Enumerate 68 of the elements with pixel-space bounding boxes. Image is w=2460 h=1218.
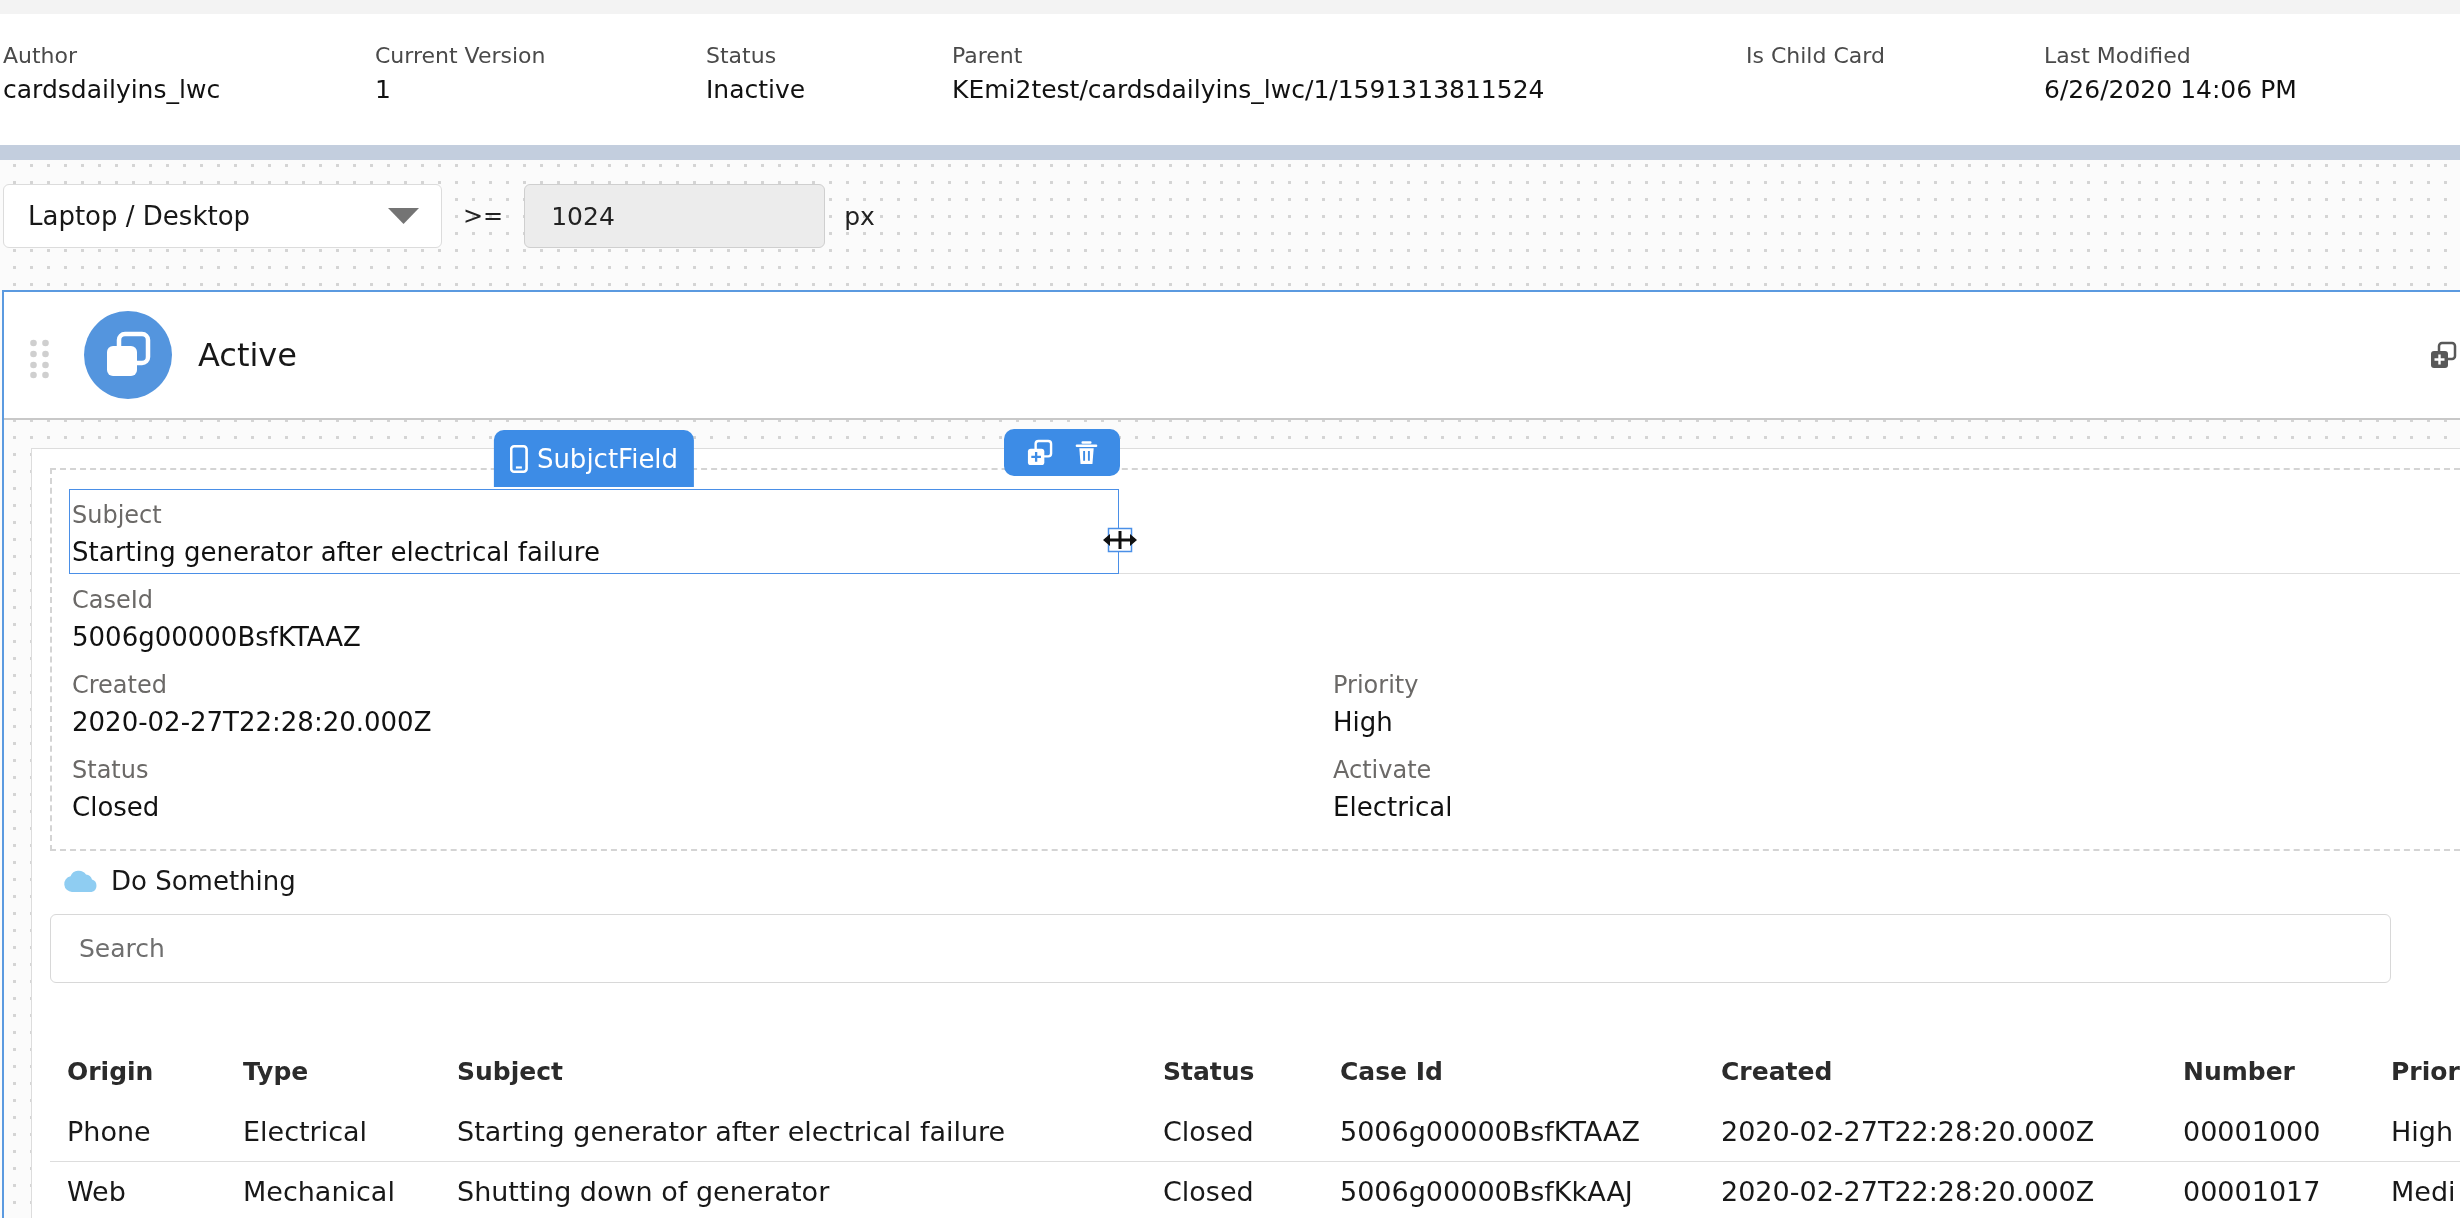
field-box[interactable]: Status Closed bbox=[69, 744, 1119, 829]
table-cell-text: Mechanical bbox=[243, 1175, 396, 1209]
field-box[interactable]: CaseId 5006g00000BsfKTAAZ bbox=[69, 574, 1119, 659]
card-title: Active bbox=[198, 336, 297, 374]
unit-label: px bbox=[844, 201, 875, 231]
cloud-icon bbox=[63, 869, 99, 893]
column-header: Created bbox=[1721, 1056, 1834, 1088]
table-cell-text: 2020-02-27T22:28:20.000Z bbox=[1721, 1175, 2096, 1209]
table-cell-text: 2020-02-27T22:28:20.000Z bbox=[1721, 1114, 2096, 1149]
field-label: Status bbox=[72, 755, 150, 786]
field-value: Inactive bbox=[706, 74, 807, 106]
field-label: Created bbox=[72, 670, 168, 701]
table-cell-text: Phone bbox=[67, 1114, 152, 1149]
field-label: Priority bbox=[1333, 670, 1420, 701]
field-box[interactable]: Subject Starting generator after electrical failure bbox=[69, 489, 1119, 574]
field-value: High bbox=[1333, 706, 1394, 739]
table-cell-text: Closed bbox=[1163, 1175, 1255, 1209]
field-value: 5006g00000BsfKTAAZ bbox=[72, 621, 362, 654]
field-value: Electrical bbox=[1333, 791, 1454, 824]
table-cell-text: Medi bbox=[2391, 1175, 2457, 1209]
copy-plus-icon[interactable] bbox=[2429, 341, 2457, 369]
field-label: Parent bbox=[952, 42, 1024, 70]
operator-label: >= bbox=[463, 202, 504, 230]
table-cell-text: Starting generator after electrical failure bbox=[457, 1114, 1007, 1149]
field-label: Author bbox=[3, 42, 79, 70]
field-box[interactable]: Activate Electrical bbox=[1330, 744, 2380, 829]
trash-icon[interactable] bbox=[1075, 439, 1098, 466]
field-label: Current Version bbox=[375, 42, 547, 70]
field-label: Is Child Card bbox=[1746, 42, 1886, 70]
field-value: 6/26/2020 14:06 PM bbox=[2044, 74, 2298, 106]
action-link[interactable]: Do Something bbox=[111, 866, 296, 896]
field-label: Subject bbox=[72, 500, 163, 531]
column-header: Type bbox=[243, 1056, 310, 1088]
table-cell-text: Shutting down of generator bbox=[457, 1175, 831, 1209]
device-select[interactable]: Laptop / Desktop bbox=[3, 184, 442, 248]
table-cell-text: 00001017 bbox=[2183, 1175, 2322, 1209]
copy-plus-icon[interactable] bbox=[1026, 439, 1053, 466]
field-label: Activate bbox=[1333, 755, 1433, 786]
field-label: Last Modified bbox=[2044, 42, 2192, 70]
search-field[interactable]: Search bbox=[50, 914, 2391, 983]
field-value: Starting generator after electrical failure bbox=[72, 536, 601, 569]
column-header: Origin bbox=[67, 1056, 155, 1088]
field-value: cardsdailyins_lwc bbox=[3, 74, 222, 106]
caret-icon bbox=[388, 208, 419, 224]
field-value: KEmi2test/cardsdailyins_lwc/1/1591313811524 bbox=[952, 74, 1546, 106]
field-value: 1 bbox=[375, 74, 392, 106]
table-cell-text: 00001000 bbox=[2183, 1114, 2322, 1149]
field-box[interactable]: Created 2020-02-27T22:28:20.000Z bbox=[69, 659, 1119, 744]
table-cell-text: 5006g00000BsfKkAAJ bbox=[1340, 1175, 1634, 1209]
field-label: Status bbox=[706, 42, 778, 70]
table-cell-text: High bbox=[2391, 1114, 2455, 1149]
column-header: Prior bbox=[2391, 1056, 2460, 1088]
table-cell-text: Closed bbox=[1163, 1114, 1255, 1149]
drag-handle-icon[interactable] bbox=[30, 339, 49, 379]
resize-handle-icon[interactable] bbox=[1102, 525, 1138, 555]
field-value: Closed bbox=[72, 791, 161, 824]
column-header: Number bbox=[2183, 1056, 2296, 1088]
field-box[interactable]: Priority High bbox=[1330, 659, 2380, 744]
table-cell-text: Web bbox=[67, 1175, 127, 1209]
table-cell-text: Electrical bbox=[243, 1114, 369, 1149]
column-header: Subject bbox=[457, 1056, 564, 1088]
table-cell-text: 5006g00000BsfKTAAZ bbox=[1340, 1114, 1642, 1149]
column-header: Status bbox=[1163, 1056, 1256, 1088]
mobile-phone-icon bbox=[509, 444, 528, 473]
column-header: Case Id bbox=[1340, 1056, 1444, 1088]
field-value: 2020-02-27T22:28:20.000Z bbox=[72, 706, 433, 739]
field-label: CaseId bbox=[72, 585, 155, 616]
copy-icon bbox=[84, 311, 172, 399]
